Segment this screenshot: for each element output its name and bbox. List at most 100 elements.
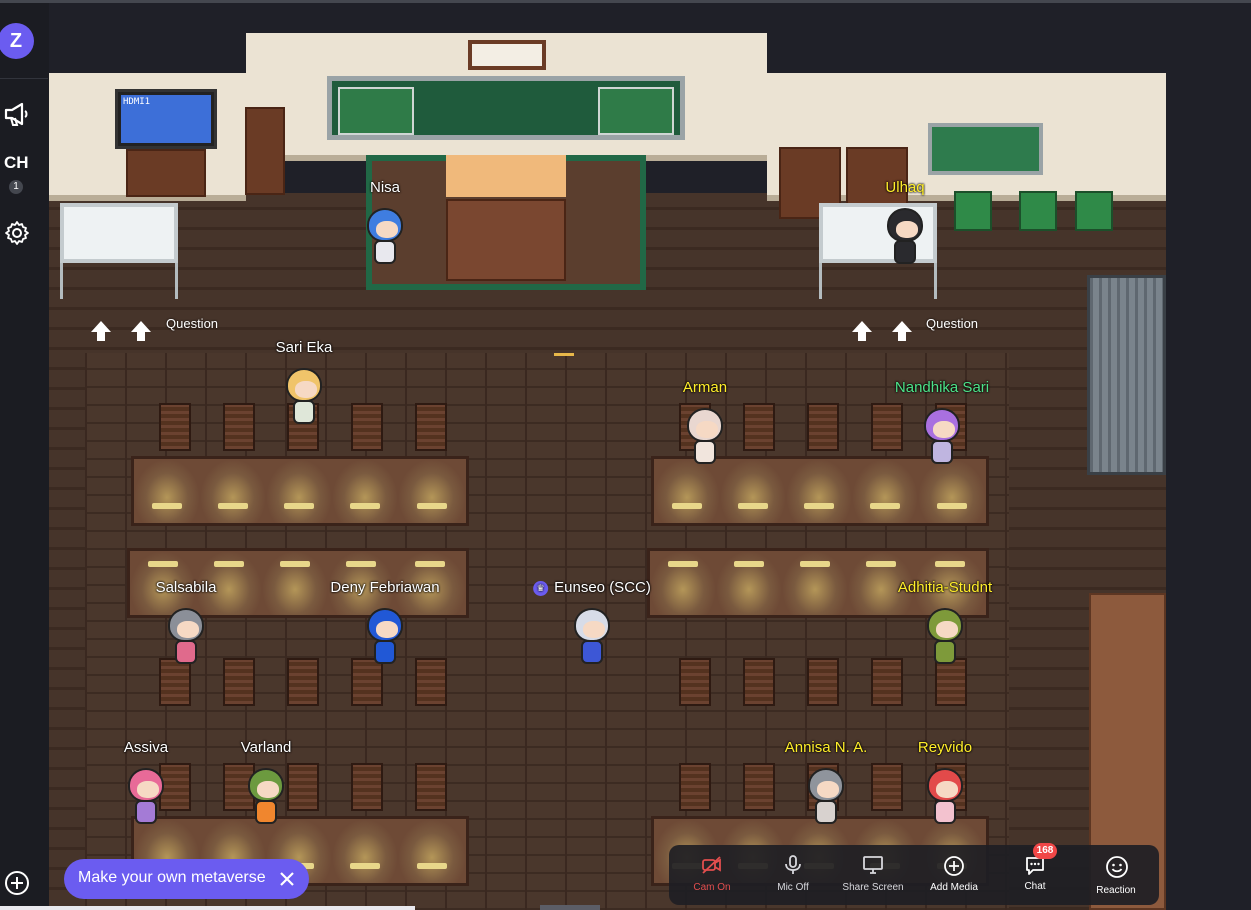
avatar[interactable]	[166, 608, 206, 668]
up-arrow-icon[interactable]	[850, 319, 874, 343]
up-arrow-icon[interactable]	[890, 319, 914, 343]
question-label: Question	[926, 316, 979, 331]
stage-mat	[446, 155, 566, 197]
make-metaverse-banner[interactable]: Make your own metaverse	[64, 859, 309, 899]
tv-screen[interactable]: HDMI1	[115, 89, 217, 149]
mic-button[interactable]: Mic Off	[753, 845, 833, 905]
avatar-body	[374, 240, 396, 264]
whiteboard-left[interactable]	[60, 203, 178, 263]
player-name-text: Reyvido	[917, 739, 973, 756]
avatar[interactable]	[925, 608, 965, 668]
avatar[interactable]	[365, 208, 405, 268]
chair	[223, 403, 255, 451]
share-screen-button[interactable]: Share Screen	[833, 845, 913, 905]
add-media-button[interactable]: Add Media	[914, 845, 994, 905]
avatar-body	[934, 800, 956, 824]
avatar[interactable]	[885, 208, 925, 268]
notice-panel	[598, 87, 674, 135]
avatar-face	[817, 781, 839, 798]
player-name-text: Eunseo (SCC)	[554, 579, 651, 596]
player-name[interactable]: Adhitia-Studnt	[898, 579, 992, 596]
locker	[1087, 275, 1166, 475]
avatar[interactable]	[572, 608, 612, 668]
avatar[interactable]	[925, 768, 965, 828]
scroll-thumb[interactable]	[540, 905, 600, 910]
add-icon[interactable]	[4, 870, 30, 896]
chair	[871, 403, 903, 451]
settings-icon[interactable]	[3, 219, 31, 247]
avatar[interactable]	[922, 408, 962, 468]
logo-letter: Z	[9, 29, 23, 52]
avatar-body	[293, 400, 315, 424]
player-name[interactable]: Salsabila	[156, 579, 217, 596]
smiley-icon	[1106, 856, 1128, 878]
classroom-map[interactable]: HDMI1 Question Question Nisa Ulhaq Sari …	[49, 3, 1251, 910]
avatar-head	[248, 768, 284, 802]
player-name[interactable]: Assiva	[124, 739, 168, 756]
avatar[interactable]	[365, 608, 405, 668]
avatar[interactable]	[806, 768, 846, 828]
reaction-button[interactable]: Reaction	[1076, 845, 1156, 905]
camera-button[interactable]: Cam On	[672, 845, 752, 905]
avatar[interactable]	[246, 768, 286, 828]
bottom-toolbar: Cam On Mic Off Share Screen Add Media 16…	[669, 843, 1159, 905]
camera-label: Cam On	[693, 882, 731, 893]
horizontal-scrollbar[interactable]	[0, 906, 415, 910]
player-name[interactable]: Deny Febriawan	[330, 579, 439, 596]
chair	[807, 403, 839, 451]
chair	[415, 763, 447, 811]
storage-box	[954, 191, 992, 231]
chair	[743, 403, 775, 451]
up-arrow-icon[interactable]	[129, 319, 153, 343]
avatar[interactable]	[685, 408, 725, 468]
up-arrow-icon[interactable]	[89, 319, 113, 343]
monitor-icon	[863, 856, 883, 874]
crown-icon: ♛	[533, 581, 549, 596]
sidebar-divider	[0, 78, 48, 79]
chair	[351, 403, 383, 451]
player-name[interactable]: Arman	[683, 379, 727, 396]
avatar-body	[581, 640, 603, 664]
player-name[interactable]: Sari Eka	[276, 339, 333, 356]
chair	[287, 763, 319, 811]
channel-label[interactable]: CH	[4, 153, 29, 173]
avatar-face	[933, 421, 955, 438]
storage-box	[1075, 191, 1113, 231]
question-label: Question	[166, 316, 219, 331]
avatar-face	[696, 421, 718, 438]
avatar[interactable]	[284, 368, 324, 428]
chalkboard-panel	[338, 87, 414, 135]
player-name-text: Ulhaq	[885, 179, 925, 196]
megaphone-icon[interactable]	[3, 100, 31, 128]
avatar[interactable]	[126, 768, 166, 828]
player-name[interactable]: Reyvido	[918, 739, 972, 756]
chair	[743, 658, 775, 706]
chair	[159, 403, 191, 451]
desk-row	[131, 456, 469, 526]
chair	[743, 763, 775, 811]
avatar-body	[815, 800, 837, 824]
chair	[415, 658, 447, 706]
player-name[interactable]: Varland	[241, 739, 292, 756]
player-name[interactable]: ♛ Eunseo (SCC)	[533, 579, 651, 596]
player-name[interactable]: Ulhaq	[885, 179, 924, 196]
player-name-text: Nisa	[369, 179, 401, 196]
avatar-face	[257, 781, 279, 798]
chat-button[interactable]: 168 Chat	[995, 843, 1075, 905]
player-name-text: Deny Febriawan	[330, 579, 440, 596]
close-icon[interactable]	[276, 868, 298, 890]
player-name[interactable]: Nisa	[370, 179, 400, 196]
avatar-face	[936, 781, 958, 798]
storage-box	[1019, 191, 1057, 231]
banner-text: Make your own metaverse	[78, 869, 266, 886]
avatar-head	[927, 768, 963, 802]
reaction-label: Reaction	[1096, 885, 1136, 896]
teacher-desk[interactable]	[446, 199, 566, 281]
player-name[interactable]: Annisa N. A.	[785, 739, 868, 756]
avatar-head	[687, 408, 723, 442]
share-label: Share Screen	[842, 882, 904, 893]
app-logo[interactable]: Z	[0, 23, 34, 59]
chair	[223, 658, 255, 706]
player-name[interactable]: Nandhika Sari	[895, 379, 989, 396]
chair	[287, 658, 319, 706]
